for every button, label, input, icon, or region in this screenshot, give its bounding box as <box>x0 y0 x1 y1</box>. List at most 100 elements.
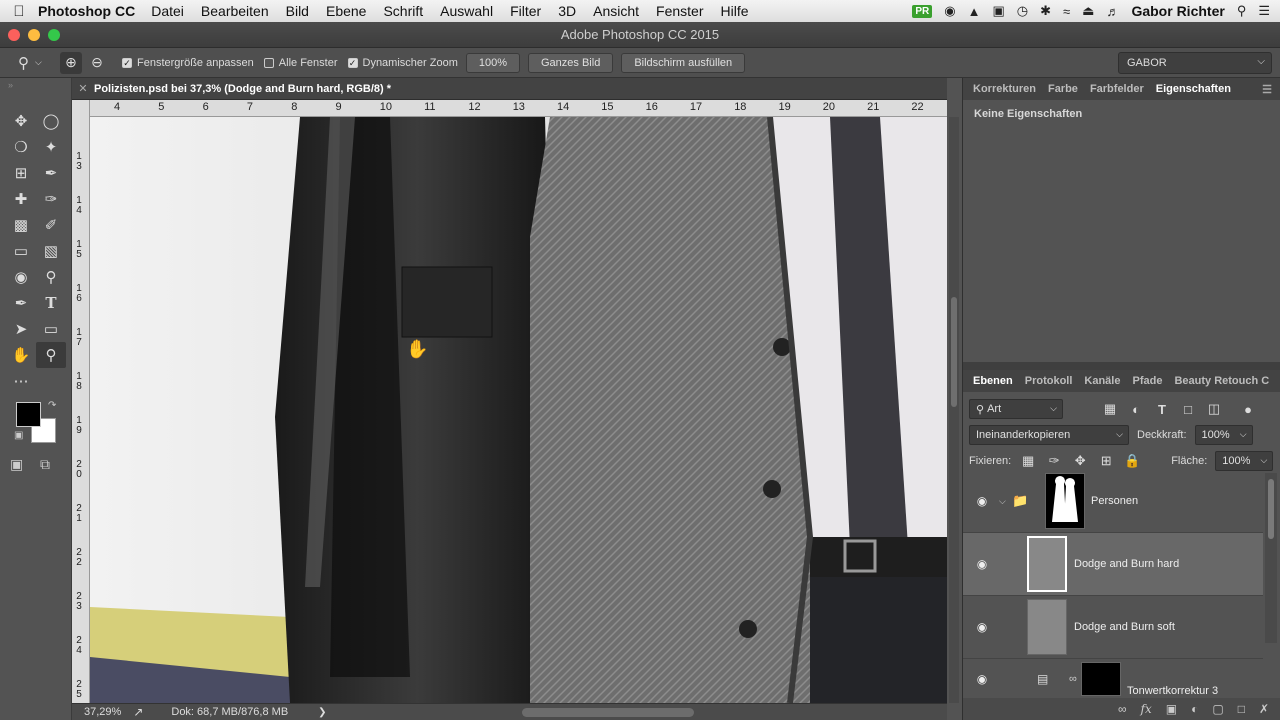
tab-protokoll[interactable]: Protokoll <box>1025 375 1073 387</box>
menu-bild[interactable]: Bild <box>286 3 309 19</box>
panel-menu-icon[interactable]: ☰ <box>1262 83 1272 96</box>
add-mask-icon[interactable]: ▣ <box>1166 702 1177 716</box>
close-document-icon[interactable]: ✕ <box>72 82 94 95</box>
time-machine-icon[interactable]: ◷ <box>1017 3 1028 19</box>
scrollbar-thumb[interactable] <box>951 297 957 407</box>
spotlight-icon[interactable]: ⚲ <box>1237 3 1247 19</box>
wifi-icon[interactable]: ≈ <box>1063 4 1070 19</box>
fit-on-screen-button[interactable]: Ganzes Bild <box>528 52 614 73</box>
healing-brush-tool-icon[interactable]: ✚ <box>6 186 36 212</box>
zoom-tool-icon[interactable]: ⚲ <box>36 342 66 368</box>
doc-size-info[interactable]: Dok: 68,7 MB/876,8 MB <box>171 706 288 718</box>
menu-filter[interactable]: Filter <box>510 3 541 19</box>
zoom-100-button[interactable]: 100% <box>465 52 520 73</box>
chevron-right-icon[interactable]: ❯ <box>318 707 326 718</box>
filter-adjustment-icon[interactable]: ◐ <box>1127 402 1145 417</box>
menu-auswahl[interactable]: Auswahl <box>440 3 493 19</box>
filter-pixel-icon[interactable]: ▦ <box>1101 401 1119 417</box>
notification-icon[interactable]: ▲ <box>968 4 981 19</box>
layer-thumbnail[interactable] <box>1027 536 1067 592</box>
lock-transparency-icon[interactable]: ▦ <box>1019 453 1037 469</box>
share-icon[interactable]: ↗ <box>133 705 143 719</box>
app-menu[interactable]: Photoshop CC <box>38 3 135 19</box>
panel-divider[interactable] <box>963 362 1280 370</box>
all-windows-checkbox[interactable]: Alle Fenster <box>263 57 338 69</box>
history-brush-tool-icon[interactable]: ✐ <box>36 212 66 238</box>
rectangle-tool-icon[interactable]: ▭ <box>36 316 66 342</box>
display-icon[interactable]: ▣ <box>992 3 1004 19</box>
fill-screen-button[interactable]: Bildschirm ausfüllen <box>621 52 746 73</box>
canvas-vertical-scrollbar[interactable] <box>949 117 959 703</box>
path-selection-tool-icon[interactable]: ➤ <box>6 316 36 342</box>
menu-bearbeiten[interactable]: Bearbeiten <box>201 3 269 19</box>
foreground-color-swatch[interactable] <box>16 402 41 427</box>
opacity-field[interactable]: 100% ⌵ <box>1194 425 1253 445</box>
lasso-tool-icon[interactable]: ❍ <box>6 134 36 160</box>
image-canvas[interactable]: ✋ <box>90 117 947 703</box>
new-group-icon[interactable]: ▢ <box>1212 702 1223 716</box>
zoom-level[interactable]: 37,29% <box>84 706 121 718</box>
marquee-tool-icon[interactable]: ◯ <box>36 108 66 134</box>
layer-thumbnail[interactable] <box>1027 599 1067 655</box>
layer-row-dodge-burn-soft[interactable]: ◉ Dodge and Burn soft <box>963 596 1263 659</box>
visibility-eye-icon[interactable]: ◉ <box>975 494 989 508</box>
group-expand-icon[interactable]: ⌵ <box>999 496 1006 507</box>
eraser-tool-icon[interactable]: ▭ <box>6 238 36 264</box>
blur-tool-icon[interactable]: ◉ <box>6 264 36 290</box>
menu-schrift[interactable]: Schrift <box>383 3 423 19</box>
notification-center-icon[interactable]: ☰ <box>1258 3 1270 19</box>
layer-mask-thumbnail[interactable] <box>1045 473 1085 529</box>
default-colors-icon[interactable]: ▣ <box>14 430 23 441</box>
horizontal-ruler[interactable]: 4 5 6 7 8 9 10 11 12 13 14 15 16 17 18 19 20 21 22 <box>90 100 947 117</box>
layer-mask-thumbnail[interactable] <box>1081 662 1121 696</box>
close-window-button[interactable] <box>8 29 20 41</box>
canvas-horizontal-scrollbar[interactable] <box>522 708 694 717</box>
new-adjustment-icon[interactable]: ◐ <box>1191 702 1198 716</box>
fit-window-checkbox[interactable]: ✓ Fenstergröße anpassen <box>122 57 254 69</box>
menu-fenster[interactable]: Fenster <box>656 3 703 19</box>
pen-tool-icon[interactable]: ✒ <box>6 290 36 316</box>
volume-icon[interactable]: ♬ <box>1106 4 1119 19</box>
hand-tool-icon[interactable]: ✋ <box>6 342 36 368</box>
layers-scrollbar[interactable] <box>1265 473 1277 643</box>
menu-ebene[interactable]: Ebene <box>326 3 366 19</box>
scrubby-zoom-checkbox[interactable]: ✓ Dynamischer Zoom <box>347 57 458 69</box>
tab-farbfelder[interactable]: Farbfelder <box>1090 83 1144 95</box>
eject-icon[interactable]: ⏏ <box>1082 3 1094 19</box>
filter-toggle-icon[interactable]: ● <box>1239 402 1257 417</box>
tab-farbe[interactable]: Farbe <box>1048 83 1078 95</box>
fill-field[interactable]: 100% ⌵ <box>1215 451 1274 471</box>
camera-icon[interactable]: ◉ <box>944 3 955 19</box>
minimize-window-button[interactable] <box>28 29 40 41</box>
tool-preset-picker[interactable]: ⚲ ⌵ <box>0 54 60 72</box>
menu-datei[interactable]: Datei <box>151 3 184 19</box>
filter-shape-icon[interactable]: □ <box>1179 402 1197 417</box>
tab-korrekturen[interactable]: Korrekturen <box>973 83 1036 95</box>
zoom-in-button[interactable]: ⊕ <box>60 51 82 74</box>
trash-icon[interactable]: ✗ <box>1259 702 1269 716</box>
lock-pixels-icon[interactable]: ✑ <box>1045 453 1063 469</box>
eyedropper-tool-icon[interactable]: ✒ <box>36 160 66 186</box>
blend-mode-select[interactable]: Ineinanderkopieren ⌵ <box>969 425 1129 445</box>
tab-kanaele[interactable]: Kanäle <box>1084 375 1120 387</box>
visibility-eye-icon[interactable]: ◉ <box>975 620 989 634</box>
zoom-out-button[interactable]: ⊖ <box>86 52 108 74</box>
document-tab[interactable]: ✕ Polizisten.psd bei 37,3% (Dodge and Bu… <box>72 78 947 100</box>
bluetooth-icon[interactable]: ✱ <box>1040 3 1051 19</box>
layer-row-dodge-burn-hard[interactable]: ◉ Dodge and Burn hard <box>963 533 1263 596</box>
quick-mask-icon[interactable]: ▣ <box>10 456 23 473</box>
dodge-tool-icon[interactable]: ⚲ <box>36 264 66 290</box>
scrollbar-thumb[interactable] <box>1268 479 1274 539</box>
stamp-tool-icon[interactable]: ▩ <box>6 212 36 238</box>
tab-pfade[interactable]: Pfade <box>1132 375 1162 387</box>
menu-3d[interactable]: 3D <box>558 3 576 19</box>
menu-hilfe[interactable]: Hilfe <box>721 3 749 19</box>
tab-beauty-retouch[interactable]: Beauty Retouch C <box>1174 375 1269 387</box>
new-layer-icon[interactable]: □ <box>1238 702 1245 716</box>
toolbox-grip[interactable]: » <box>8 80 13 90</box>
status-app-icon[interactable]: PR <box>912 4 933 18</box>
link-layers-icon[interactable]: ∞ <box>1118 702 1127 716</box>
apple-menu-icon[interactable]:  <box>0 3 38 20</box>
user-name[interactable]: Gabor Richter <box>1131 3 1224 19</box>
tab-eigenschaften[interactable]: Eigenschaften <box>1156 83 1231 95</box>
